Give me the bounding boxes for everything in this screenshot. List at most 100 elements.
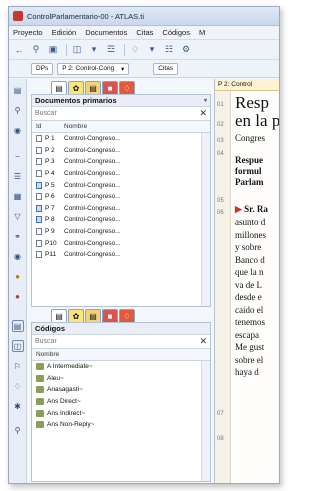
grid-icon[interactable]: ▦ (12, 190, 24, 202)
dropdown-arrow-icon[interactable]: ▾ (145, 43, 159, 57)
menu-edicion[interactable]: Edición (52, 28, 77, 37)
network-view-icon[interactable]: ♢ (12, 380, 24, 392)
tab-networks[interactable]: ♢ (119, 81, 135, 94)
pane-handle-icon[interactable]: ▾ (204, 97, 210, 104)
zoom-icon[interactable]: ⚲ (12, 424, 24, 436)
tab-memos[interactable]: ▤ (85, 81, 101, 94)
document-id-text: P 3 (45, 158, 55, 166)
tab-codes[interactable]: ✿ (68, 309, 84, 322)
close-icon[interactable]: ✕ (199, 336, 207, 347)
code-row[interactable]: Ans Non-Reply~ (32, 419, 210, 431)
query-icon[interactable]: ☷ (162, 43, 176, 57)
codes-pane: Códigos Buscar ✕ Nombre A Intermediate~ A… (31, 322, 211, 482)
code-row[interactable]: Anasagasti~ (32, 384, 210, 396)
document-row[interactable]: P10 Control-Congreso... (32, 237, 210, 249)
documents-search-input[interactable]: Buscar ✕ (32, 107, 210, 121)
network-icon[interactable]: ♢ (128, 43, 142, 57)
tab-memos[interactable]: ▤ (85, 309, 101, 322)
code-icon (36, 386, 44, 394)
codes-search-input[interactable]: Buscar ✕ (32, 335, 210, 349)
code-name: Anasagasti~ (47, 386, 83, 394)
documents-scrollbar[interactable] (201, 133, 210, 306)
document-row[interactable]: P 7 Control-Congreso... (32, 203, 210, 215)
document-id: P 4 (32, 170, 58, 178)
document-id-text: P 2 (45, 146, 55, 154)
document-id: P 1 (32, 135, 58, 143)
code-icon (36, 374, 44, 382)
tab-networks[interactable]: ♢ (119, 309, 135, 322)
back-arrow-icon[interactable]: ← (12, 43, 26, 57)
document-body-line: millones (235, 229, 266, 240)
document-body-line: sobre el (235, 354, 264, 365)
document-icon (36, 216, 42, 224)
code-row[interactable]: Aleu~ (32, 373, 210, 385)
menu-more[interactable]: M (199, 28, 205, 37)
list-icon[interactable]: ☰ (12, 170, 24, 182)
document-row[interactable]: P 6 Control-Congreso... (32, 191, 210, 203)
document-row[interactable]: P 2 Control-Congreso... (32, 145, 210, 157)
close-icon[interactable]: ✕ (199, 108, 207, 119)
code-row[interactable]: Ans Direct~ (32, 396, 210, 408)
main-toolbar: ← ⚲ ▣ ◫ ▾ ☲ ♢ ▾ ☷ ⚙ (9, 40, 279, 60)
save-icon[interactable]: ▣ (46, 43, 60, 57)
citas-button[interactable]: Citas (153, 62, 179, 75)
document-name: Control-Congreso... (64, 251, 121, 259)
document-row[interactable]: P 9 Control-Congreso... (32, 226, 210, 238)
tab-documents[interactable]: ▤ (51, 81, 67, 94)
red-marker-icon[interactable]: ● (12, 290, 24, 302)
document-tab[interactable]: P 2: Control (215, 79, 279, 91)
document-body-line: y sobre (235, 242, 262, 252)
split-view-icon[interactable]: ◫ (11, 340, 24, 352)
dropdown-arrow-icon[interactable]: ▾ (87, 43, 101, 57)
tab-codes[interactable]: ✿ (68, 81, 84, 94)
magnifier-icon[interactable]: ⚲ (12, 104, 24, 116)
tag-icon[interactable]: ⚐ (12, 360, 24, 372)
document-name: Control-Congreso... (64, 170, 121, 178)
pane-toggle-icon[interactable]: ▤ (11, 320, 24, 332)
code-tool-icon[interactable]: ▤ (12, 84, 24, 96)
menu-proyecto[interactable]: Proyecto (13, 28, 43, 37)
document-row[interactable]: P 5 Control-Congreso... (32, 179, 210, 191)
eye-icon[interactable]: ◉ (12, 250, 24, 262)
filter-icon[interactable]: ▽ (12, 210, 24, 222)
line-number: 04 (217, 151, 224, 157)
import-icon[interactable]: ☲ (104, 43, 118, 57)
document-body-line: que la n (235, 267, 264, 277)
menu-citas[interactable]: Citas (136, 28, 153, 37)
document-id-text: P 4 (45, 170, 55, 178)
document-icon (36, 146, 42, 154)
tools-icon[interactable]: ⚙ (179, 43, 193, 57)
dps-button[interactable]: DPs (31, 62, 54, 75)
left-toolbar: ▤ ⚲ ◉ − ☰ ▦ ▽ ⚭ ◉ ● ● ▤ ◫ ⚐ ♢ ✱ ⚲ (9, 79, 27, 483)
document-row[interactable]: P 4 Control-Congreso... (32, 168, 210, 180)
document-row[interactable]: P 3 Control-Congreso... (32, 156, 210, 168)
line-number: 07 (217, 411, 224, 417)
menu-documentos[interactable]: Documentos (85, 28, 127, 37)
menu-codigos[interactable]: Códigos (162, 28, 190, 37)
tab-quotes[interactable]: ■ (102, 81, 118, 94)
tab-quotes[interactable]: ■ (102, 309, 118, 322)
comment-icon[interactable]: ◉ (12, 124, 24, 136)
document-icon (36, 135, 42, 143)
search-icon[interactable]: ⚲ (29, 43, 43, 57)
col-name-header[interactable]: Nombre (32, 351, 59, 358)
marker-icon[interactable]: ● (12, 270, 24, 282)
new-document-icon[interactable]: ◫ (70, 43, 84, 57)
document-select[interactable]: P 2: Control-Cong ▾ (57, 62, 130, 75)
codes-scrollbar[interactable] (201, 361, 210, 481)
merge-icon[interactable]: ✱ (12, 400, 24, 412)
title-bar: ControlParlamentario-00 - ATLAS.ti (9, 7, 279, 26)
link-icon[interactable]: ⚭ (12, 230, 24, 242)
code-row[interactable]: A Intermediate~ (32, 361, 210, 373)
col-name-header[interactable]: Nombre (58, 123, 87, 130)
document-row[interactable]: P 1 Control-Congreso... (32, 133, 210, 145)
document-name: Control-Congreso... (64, 228, 121, 236)
dash-icon[interactable]: − (12, 150, 24, 162)
col-id-header[interactable]: Id (32, 123, 58, 130)
document-row[interactable]: P11 Control-Congreso... (32, 249, 210, 261)
atlas-app-icon (13, 11, 23, 21)
code-row[interactable]: Ans Indirect~ (32, 407, 210, 419)
documents-pane: Documentos primarios ▾ Buscar ✕ Id Nombr… (31, 94, 211, 307)
document-row[interactable]: P 8 Control-Congreso... (32, 214, 210, 226)
tab-documents[interactable]: ▤ (51, 309, 67, 322)
